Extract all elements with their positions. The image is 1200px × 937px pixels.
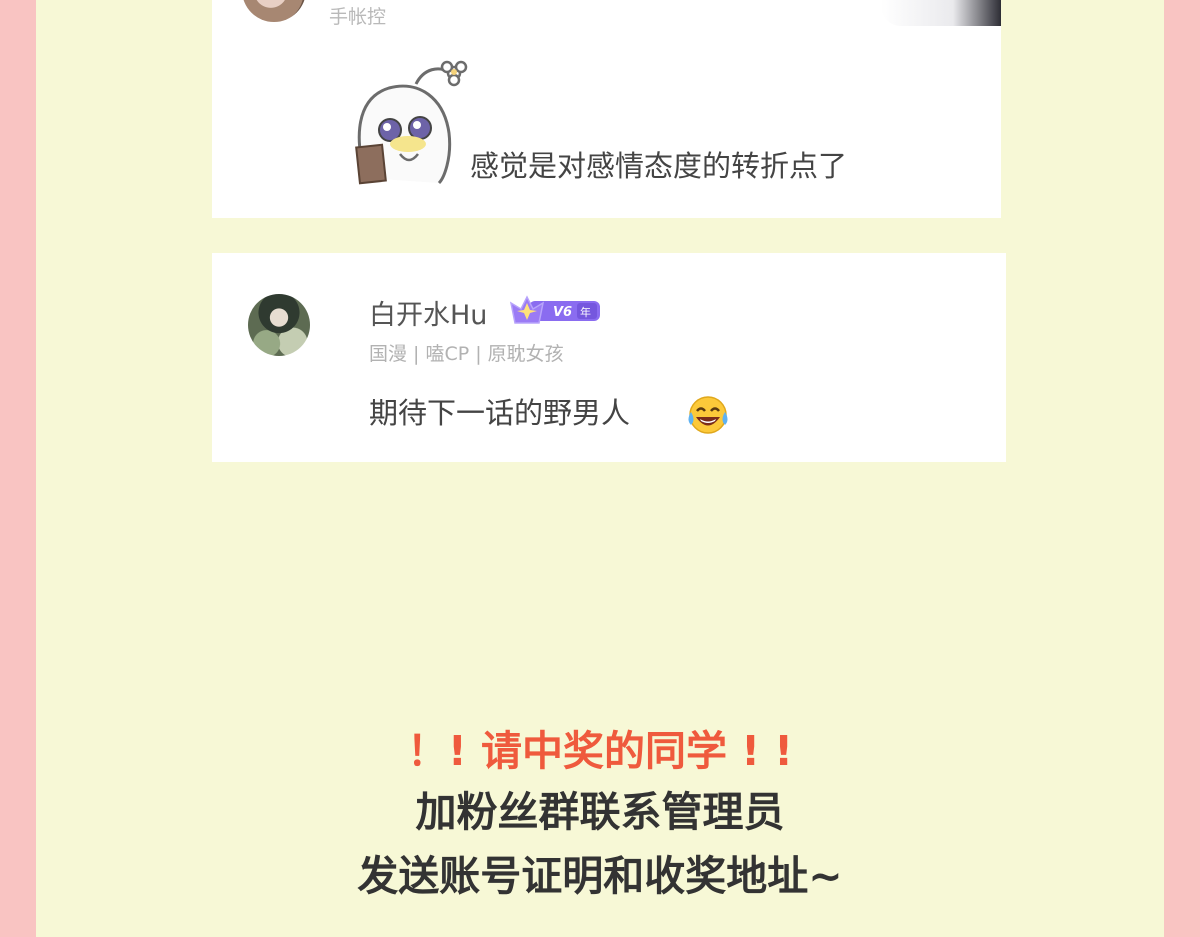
username[interactable]: 白开水Hu — [369, 293, 487, 332]
winner-notice-headline: ！! 请中奖的同学 ! ! — [407, 727, 793, 775]
user-tag: 国漫 | 嗑CP | 原耽女孩 — [369, 343, 564, 365]
vip-badge-icon: V6 年 — [509, 295, 600, 324]
image-edge-shadow — [881, 0, 1001, 26]
winner-notice-line: 发送账号证明和收奖地址~ — [357, 852, 843, 900]
svg-text:年: 年 — [580, 305, 591, 319]
comment-card: 白开水Hu V6 年 国漫 | 嗑CP | 原耽女孩 期待下一话的野男人 — [212, 253, 1006, 462]
comment-text: 感觉是对感情态度的转折点了 — [470, 149, 848, 183]
winner-notice-line: 加粉丝群联系管理员 — [415, 788, 785, 836]
svg-text:V6: V6 — [553, 305, 572, 320]
laughing-tears-emoji-icon — [688, 396, 728, 434]
avatar[interactable] — [248, 294, 310, 356]
comment-text: 期待下一话的野男人 — [369, 396, 631, 430]
user-tag: 手帐控 — [329, 6, 387, 28]
comment-card: 手帐控 感觉是对感情态度的转折点了 — [212, 0, 1001, 218]
crying-ghost-sticker-icon — [355, 60, 468, 185]
avatar[interactable] — [242, 0, 306, 22]
